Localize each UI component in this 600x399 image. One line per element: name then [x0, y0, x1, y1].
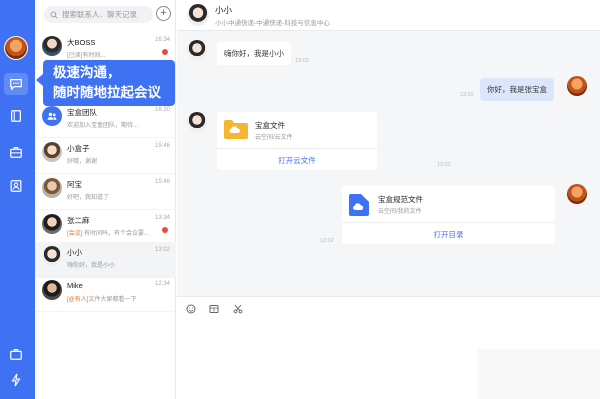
- message-time: 13:02: [437, 162, 451, 168]
- team-avatar: [42, 106, 62, 126]
- list-item[interactable]: 张二麻 [会议] 有时间吗，有个会议要... 13:34: [35, 210, 176, 246]
- file-name: 宝盒文件: [255, 121, 285, 130]
- conv-name: 小盒子: [67, 144, 90, 153]
- avatar[interactable]: [567, 184, 587, 204]
- conv-tag: [@有人]: [67, 297, 89, 303]
- conv-name: 张二麻: [67, 216, 90, 225]
- avatar[interactable]: [567, 76, 587, 96]
- scissors-icon[interactable]: [233, 304, 243, 314]
- folder-icon: [224, 120, 248, 139]
- chat-header: 小小 小小中通快递-中通快递-科技与信息中心: [177, 0, 600, 31]
- conv-name: 大BOSS: [67, 38, 96, 47]
- message-time: 13:02: [460, 92, 474, 98]
- user-avatar[interactable]: [4, 36, 28, 60]
- conv-tag: [会议]: [67, 231, 83, 237]
- message-bubble-mine: 你好，我是张宝盒: [480, 78, 554, 101]
- avatar[interactable]: [187, 112, 207, 132]
- conv-preview-text: 文件大家都看一下: [88, 297, 137, 303]
- conv-time: 15:46: [154, 179, 170, 185]
- list-item[interactable]: 小盒子 好哦，谢谢 15:46: [35, 138, 176, 174]
- briefcase-icon[interactable]: [8, 346, 24, 362]
- avatar: [42, 36, 62, 56]
- conv-name: Mike: [67, 281, 83, 290]
- message-bubble: 嗨你好，我是小小: [217, 42, 291, 65]
- divider: [217, 148, 377, 149]
- book-icon[interactable]: [8, 108, 24, 124]
- conv-name: 阿宝: [67, 180, 82, 189]
- conv-time: 13:02: [154, 247, 170, 253]
- list-item[interactable]: 阿宝 好吧，我知道了 15:46: [35, 174, 176, 210]
- lightning-icon[interactable]: [8, 372, 24, 388]
- promo-tooltip: 极速沟通， 随时随地拉起会议: [36, 60, 175, 106]
- message-time: 13:02: [295, 58, 309, 64]
- avatar: [42, 246, 62, 266]
- avatar[interactable]: [187, 4, 209, 26]
- toolbox-icon[interactable]: [8, 144, 24, 160]
- unread-dot: [162, 227, 168, 233]
- chat-title: 小小: [215, 5, 233, 15]
- image-icon[interactable]: [209, 304, 219, 314]
- file-path: 云空间/我的文件: [378, 209, 422, 215]
- left-rail: [0, 0, 35, 399]
- promo-line-1: 极速沟通，: [53, 65, 121, 80]
- emoji-icon[interactable]: [186, 304, 196, 314]
- conv-name: 小小: [67, 248, 82, 257]
- list-item[interactable]: 宝盒团队 欢迎加入宝盒团队，期待... 16:20: [35, 102, 176, 138]
- promo-line-2: 随时随地拉起会议: [53, 85, 161, 100]
- conv-preview: [@有人]文件大家都看一下: [67, 294, 163, 303]
- search-input[interactable]: 搜索联系人、聊天记录: [44, 6, 153, 23]
- conv-time: 15:46: [154, 143, 170, 149]
- list-item-selected[interactable]: 小小 嗨你好，我是小小 13:02: [35, 242, 176, 278]
- file-card[interactable]: 宝盒规范文件 云空间/我的文件 打开目录: [342, 186, 555, 244]
- conv-preview: 好吧，我知道了: [67, 195, 110, 201]
- open-folder-link[interactable]: 打开目录: [342, 229, 555, 240]
- conv-time: 16:34: [154, 37, 170, 43]
- watermark-area: [478, 349, 600, 399]
- conv-time: 12:34: [154, 281, 170, 287]
- conv-preview: [已读]有时间...: [67, 53, 106, 59]
- search-placeholder: 搜索联系人、聊天记录: [62, 10, 137, 19]
- conv-preview: 欢迎加入宝盒团队，期待...: [67, 123, 139, 129]
- divider: [342, 222, 555, 223]
- conv-preview: 好哦，谢谢: [67, 159, 98, 165]
- file-name: 宝盒规范文件: [378, 195, 423, 204]
- chat-panel: 小小 小小中通快递-中通快递-科技与信息中心 嗨你好，我是小小 13:02 你好…: [177, 0, 600, 399]
- avatar: [42, 280, 62, 300]
- chat-org: 小小中通快递-中通快递-科技与信息中心: [215, 20, 330, 27]
- list-item[interactable]: Mike [@有人]文件大家都看一下 12:34: [35, 276, 176, 312]
- search-icon: [50, 11, 58, 19]
- cloud-file-icon: [349, 194, 369, 216]
- contact-icon[interactable]: [8, 178, 24, 194]
- file-path: 云空间/云文件: [255, 135, 293, 141]
- add-button[interactable]: +: [156, 6, 171, 21]
- avatar: [42, 214, 62, 234]
- avatar[interactable]: [187, 40, 207, 60]
- open-cloud-file-link[interactable]: 打开云文件: [217, 155, 377, 166]
- file-card[interactable]: 宝盒文件 云空间/云文件 打开云文件: [217, 112, 377, 170]
- avatar: [42, 178, 62, 198]
- conv-time: 13:34: [154, 215, 170, 221]
- conv-preview: [会议] 有时间吗，有个会议要...: [67, 228, 163, 237]
- unread-dot: [162, 49, 168, 55]
- conv-time: 16:20: [154, 107, 170, 113]
- chat-icon[interactable]: [8, 76, 24, 92]
- avatar: [42, 142, 62, 162]
- conv-name: 宝盒团队: [67, 108, 97, 117]
- conv-preview: 嗨你好，我是小小: [67, 263, 116, 269]
- message-time: 13:02: [320, 238, 334, 244]
- conv-preview-text: 有时间吗，有个会议要...: [84, 231, 150, 237]
